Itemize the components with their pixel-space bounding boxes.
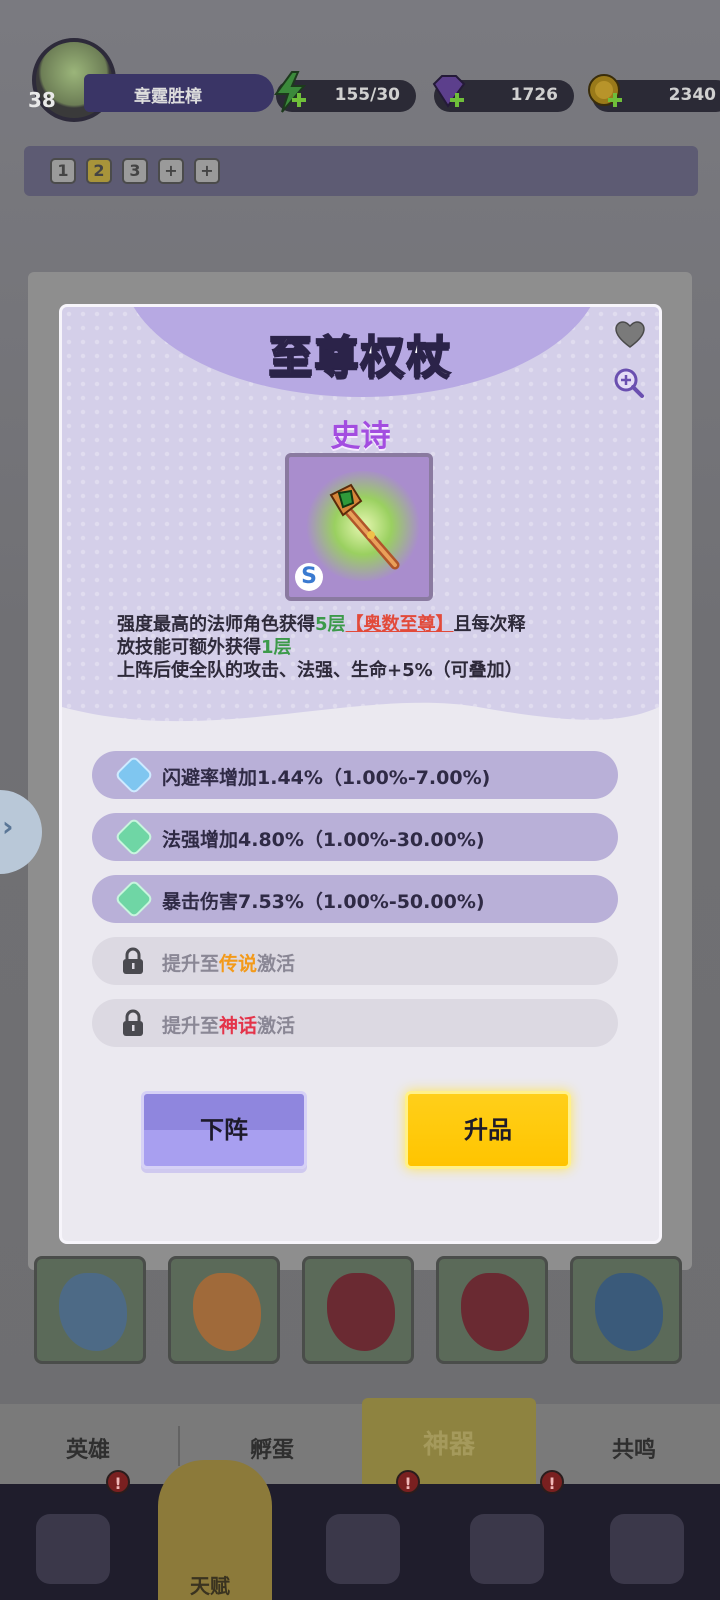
nav-castle-icon[interactable]	[470, 1514, 544, 1584]
artifact-card[interactable]	[34, 1256, 146, 1364]
zoom-in-icon[interactable]	[613, 367, 645, 399]
buff-link[interactable]: 【奥数至尊】	[346, 614, 454, 635]
notification-badge: !	[106, 1470, 130, 1494]
stat-row-magic-power: 法强增加4.80%（1.00%-30.00%)	[92, 813, 618, 861]
tab-heroes[interactable]: 英雄	[28, 1432, 148, 1464]
artifact-card[interactable]	[570, 1256, 682, 1364]
artifact-detail-popup: 至尊权杖 史诗 S 强度最高的法师角色获得5层【奥数至尊】且每次释 放技能可额外…	[59, 304, 662, 1244]
team-slot-1[interactable]: 1	[50, 158, 76, 184]
desc-text: 且每次释	[453, 614, 526, 635]
description-line-3: 上阵后使全队的攻击、法强、生命+5%（可叠加）	[117, 660, 523, 681]
desc-layer-count: 5层	[315, 614, 346, 635]
gold-value: 2340	[668, 85, 716, 105]
team-slot-add-1[interactable]: +	[158, 158, 184, 184]
tab-divider	[178, 1426, 180, 1466]
desc-text: 放技能可额外获得	[117, 637, 261, 658]
bottom-tab-bar: 英雄 孵蛋 神器 共鸣	[0, 1398, 720, 1484]
locked-stat-mythic: 提升至神话激活	[92, 999, 618, 1047]
locked-text: 提升至	[162, 1015, 220, 1037]
locked-text: 提升至	[162, 953, 220, 975]
diamond-gem-icon	[114, 817, 154, 857]
artifact-image-frame: S	[285, 453, 433, 601]
description-line-1: 强度最高的法师角色获得5层【奥数至尊】且每次释	[117, 613, 627, 636]
unequip-button[interactable]: 下阵	[141, 1091, 307, 1169]
nav-talent-label: 天赋	[190, 1574, 230, 1598]
diamond-gem-icon	[114, 755, 154, 795]
bottom-nav: ! ! !	[0, 1470, 720, 1600]
nav-cards-icon[interactable]	[36, 1514, 110, 1584]
tier-legendary: 传说	[219, 953, 258, 975]
tab-artifacts[interactable]: 神器	[362, 1398, 536, 1484]
artifact-card[interactable]	[436, 1256, 548, 1364]
player-level: 38	[28, 88, 56, 112]
lock-icon	[123, 947, 143, 974]
artifact-description: 强度最高的法师角色获得5层【奥数至尊】且每次释 放技能可额外获得1层 上阵后使全…	[117, 613, 627, 682]
desc-text: 强度最高的法师角色获得	[117, 614, 315, 635]
artifact-title: 至尊权杖	[268, 331, 453, 384]
notification-badge: !	[540, 1470, 564, 1494]
gem-icon	[426, 70, 470, 114]
stat-text: 暴击伤害7.53%（1.00%-50.00%)	[162, 891, 485, 913]
artifact-card-row	[34, 1256, 686, 1366]
artifact-card[interactable]	[302, 1256, 414, 1364]
stat-text: 法强增加4.80%（1.00%-30.00%)	[162, 829, 485, 851]
stat-text: 闪避率增加1.44%（1.00%-7.00%)	[162, 767, 491, 789]
description-line-2: 放技能可额外获得1层	[117, 636, 627, 659]
rarity-label: 史诗	[330, 419, 391, 454]
tab-resonance[interactable]: 共鸣	[574, 1432, 694, 1464]
gold-counter[interactable]: 2340	[588, 74, 720, 112]
nav-guild-icon[interactable]	[610, 1514, 684, 1584]
stat-row-dodge: 闪避率增加1.44%（1.00%-7.00%)	[92, 751, 618, 799]
team-slot-bar: 1 2 3 + +	[24, 146, 698, 196]
notification-badge: !	[396, 1470, 420, 1494]
locked-text: 激活	[257, 953, 296, 975]
energy-icon	[268, 70, 312, 114]
upgrade-button[interactable]: 升品	[405, 1091, 571, 1169]
team-slot-add-2[interactable]: +	[194, 158, 220, 184]
tier-mythic: 神话	[219, 1015, 258, 1037]
gold-coin-icon	[584, 70, 628, 114]
player-name: 章霆胜樟	[84, 74, 274, 112]
locked-stat-legendary: 提升至传说激活	[92, 937, 618, 985]
nav-summon-icon[interactable]	[326, 1514, 400, 1584]
artifact-card[interactable]	[168, 1256, 280, 1364]
gem-value: 1726	[510, 85, 558, 105]
team-slot-3[interactable]: 3	[122, 158, 148, 184]
energy-value: 155/30	[334, 85, 400, 105]
grade-badge: S	[295, 563, 323, 591]
energy-counter[interactable]: 155/30	[274, 71, 416, 113]
gem-counter[interactable]: 1726	[432, 75, 574, 112]
top-bar: 章霆胜樟 38 155/30 1726 2340	[24, 38, 720, 122]
scepter-icon	[329, 483, 400, 570]
lock-icon	[123, 1009, 143, 1036]
locked-text: 激活	[257, 1015, 296, 1037]
diamond-gem-icon	[114, 879, 154, 919]
desc-layer-count: 1层	[261, 637, 292, 658]
favorite-heart-icon[interactable]	[615, 321, 645, 349]
team-slot-2[interactable]: 2	[86, 158, 112, 184]
stat-row-crit-damage: 暴击伤害7.53%（1.00%-50.00%)	[92, 875, 618, 923]
